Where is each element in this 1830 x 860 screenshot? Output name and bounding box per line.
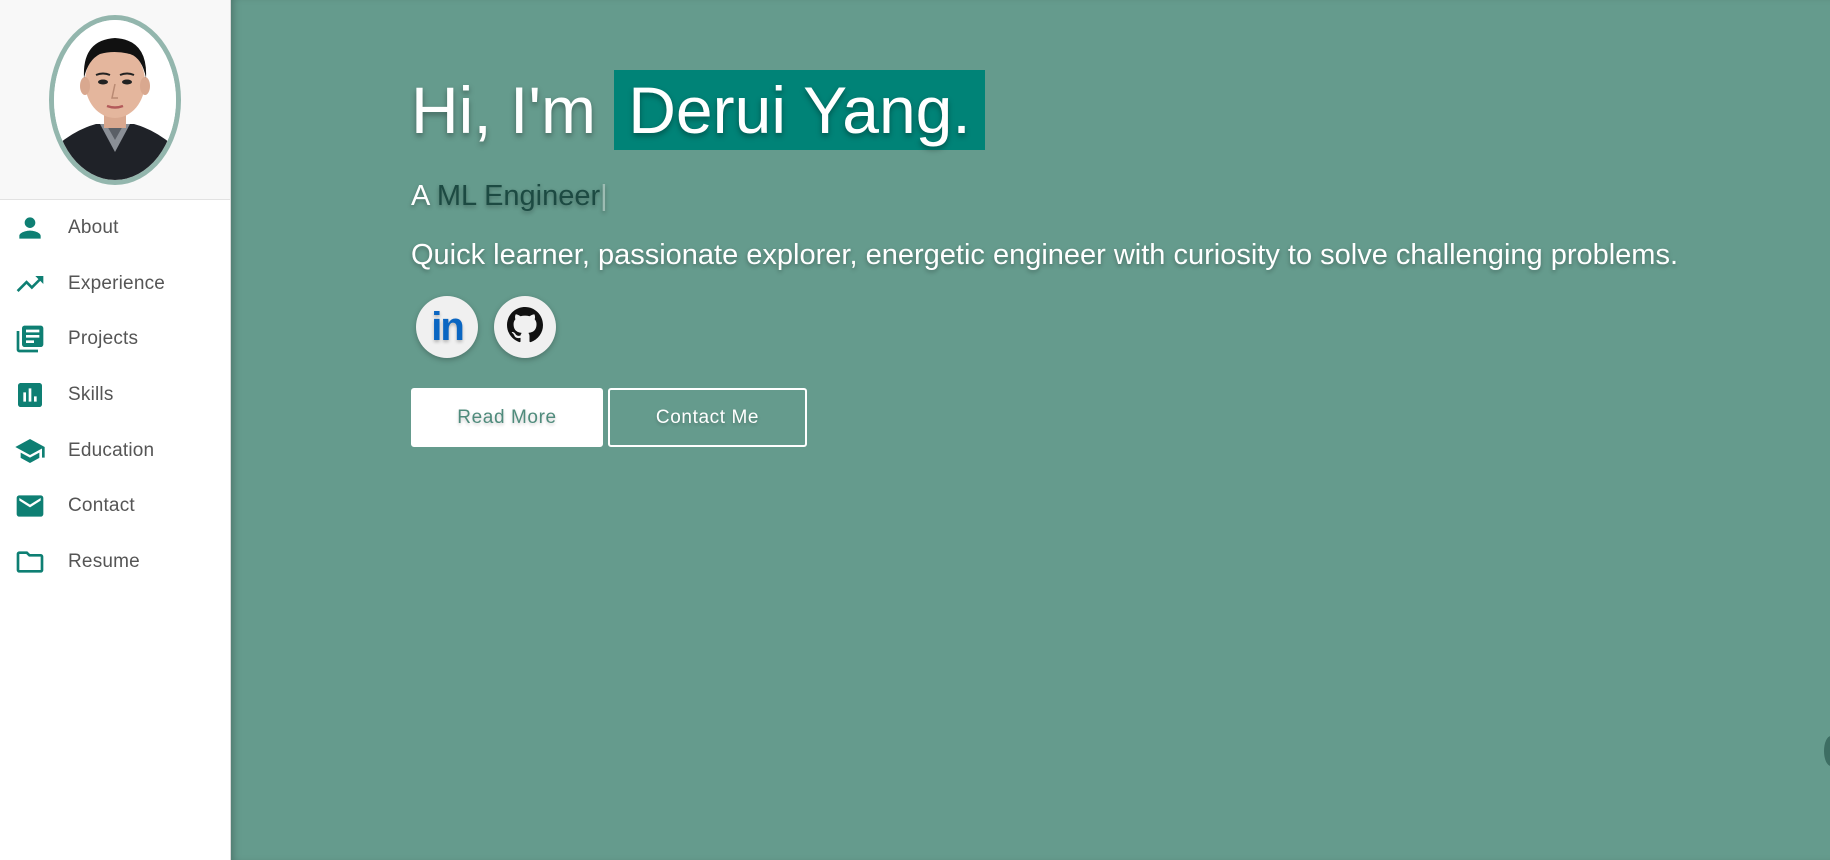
bar-chart-icon bbox=[14, 379, 46, 411]
avatar bbox=[49, 14, 181, 185]
greeting-text: Hi, I'm bbox=[411, 73, 615, 147]
hero-role: A ML Engineer| bbox=[411, 180, 1678, 213]
profile-header bbox=[0, 0, 230, 200]
sidebar-nav: About Experience Projects Skills Educati… bbox=[0, 200, 230, 590]
folder-icon bbox=[14, 546, 46, 578]
sidebar-item-resume[interactable]: Resume bbox=[0, 534, 230, 590]
social-links: in bbox=[411, 296, 1678, 358]
mail-icon bbox=[14, 490, 46, 522]
sidebar-item-contact[interactable]: Contact bbox=[0, 478, 230, 534]
sidebar-item-about[interactable]: About bbox=[0, 200, 230, 256]
role-prefix: A bbox=[411, 180, 437, 212]
hero-actions: Read More Contact Me bbox=[411, 388, 1678, 447]
sidebar: About Experience Projects Skills Educati… bbox=[0, 0, 231, 860]
hero-name: Derui Yang. bbox=[614, 70, 985, 150]
sidebar-item-education[interactable]: Education bbox=[0, 423, 230, 479]
floating-edge-button[interactable] bbox=[1824, 736, 1830, 766]
contact-me-button[interactable]: Contact Me bbox=[608, 388, 807, 447]
hero-content: Hi, I'm Derui Yang. A ML Engineer| Quick… bbox=[411, 70, 1678, 447]
read-more-button[interactable]: Read More bbox=[411, 388, 603, 447]
role-text: ML Engineer bbox=[436, 180, 601, 212]
sidebar-item-label: Projects bbox=[68, 328, 139, 350]
trending-up-icon bbox=[14, 268, 46, 300]
sidebar-item-label: Experience bbox=[68, 272, 166, 294]
person-icon bbox=[14, 212, 46, 244]
sidebar-item-label: Contact bbox=[68, 495, 135, 517]
sidebar-item-label: Education bbox=[68, 439, 155, 461]
sidebar-item-experience[interactable]: Experience bbox=[0, 256, 230, 312]
graduation-cap-icon bbox=[14, 435, 46, 467]
sidebar-item-label: About bbox=[68, 216, 119, 238]
github-button[interactable] bbox=[494, 296, 556, 358]
typing-cursor: | bbox=[600, 180, 608, 212]
profile-photo bbox=[54, 19, 176, 180]
hero-section: Hi, I'm Derui Yang. A ML Engineer| Quick… bbox=[231, 0, 1830, 860]
page: About Experience Projects Skills Educati… bbox=[0, 0, 1830, 860]
sidebar-item-label: Resume bbox=[68, 550, 140, 572]
github-icon bbox=[507, 306, 543, 348]
linkedin-button[interactable]: in bbox=[416, 296, 478, 358]
sidebar-item-skills[interactable]: Skills bbox=[0, 367, 230, 423]
hero-tagline: Quick learner, passionate explorer, ener… bbox=[411, 239, 1679, 271]
sidebar-item-projects[interactable]: Projects bbox=[0, 311, 230, 367]
sidebar-item-label: Skills bbox=[68, 383, 114, 405]
hero-headline: Hi, I'm Derui Yang. bbox=[411, 70, 1678, 150]
library-books-icon bbox=[14, 323, 46, 355]
linkedin-icon: in bbox=[431, 304, 465, 349]
